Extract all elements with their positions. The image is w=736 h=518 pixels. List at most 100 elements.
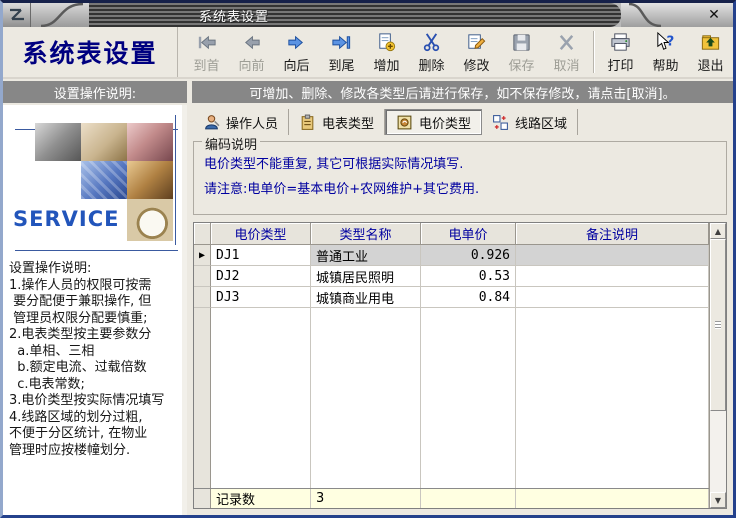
column-header-price[interactable]: 电单价 [421, 223, 516, 245]
cancel-button[interactable]: 取消 [544, 28, 589, 76]
grid-footer: 记录数 3 [194, 488, 709, 508]
scrollbar-thumb[interactable] [710, 239, 726, 411]
cell-code[interactable]: DJ3 [211, 287, 311, 308]
footer-empty [421, 489, 516, 508]
first-icon [195, 31, 218, 54]
cell-name[interactable]: 普通工业 [311, 245, 421, 266]
cell-name[interactable]: 城镇商业用电 [311, 287, 421, 308]
tab-operators[interactable]: 操作人员 [193, 109, 289, 135]
operator-icon [203, 114, 220, 131]
help-button[interactable]: ? 帮助 [643, 28, 688, 76]
decor-line [15, 250, 178, 251]
app-title-box: 系统表设置 [3, 27, 178, 77]
app-window: 系统表设置 ✕ 系统表设置 到首 [0, 0, 736, 518]
photo-pens [127, 123, 173, 161]
photo-keyboard [81, 161, 127, 199]
header-bars: 设置操作说明: 可增加、删除、修改各类型后请进行保存，如不保存修改，请点击[取消… [3, 81, 733, 103]
scroll-down-button[interactable]: ▼ [710, 492, 726, 508]
titlebar-swoosh [31, 3, 89, 27]
modify-button[interactable]: 修改 [454, 28, 499, 76]
last-icon [330, 31, 353, 54]
note-line-1: 电价类型不能重复, 其它可根据实际情况填写. [204, 152, 726, 177]
column-header-code[interactable]: 电价类型 [211, 223, 311, 245]
record-count-label: 记录数 [211, 489, 311, 508]
grid-header: 电价类型 类型名称 电单价 备注说明 [194, 223, 709, 245]
cell-note[interactable] [516, 266, 709, 287]
toolbar-buttons: 到首 向前 向后 到尾 [178, 27, 733, 77]
sidebar: SERVICE 设置操作说明: 1.操作人员的权限可按需 要分配便于兼职操作, … [3, 105, 187, 515]
photo-desk [127, 161, 173, 199]
tab-meter-types[interactable]: 电表类型 [289, 109, 385, 135]
service-logo-text: SERVICE [13, 207, 119, 231]
table-row[interactable]: DJ3 城镇商业用电 0.84 [194, 287, 709, 308]
exit-button[interactable]: 退出 [688, 28, 733, 76]
notice-bar: 可增加、删除、修改各类型后请进行保存，如不保存修改，请点击[取消]。 [192, 81, 733, 103]
content-area: SERVICE 设置操作说明: 1.操作人员的权限可按需 要分配便于兼职操作, … [3, 105, 733, 515]
print-button[interactable]: 打印 [598, 28, 643, 76]
titlebar-end: ✕ [621, 3, 733, 27]
cell-name[interactable]: 城镇居民照明 [311, 266, 421, 287]
encoding-notes-groupbox: 编码说明 电价类型不能重复, 其它可根据实际情况填写. 请注意:电单价=基本电价… [193, 141, 727, 215]
price-type-grid: 电价类型 类型名称 电单价 备注说明 ▶ DJ1 普通工业 0.926 [193, 222, 727, 509]
page-title: 系统表设置 [22, 34, 157, 70]
main-panel: 操作人员 电表类型 [187, 105, 733, 515]
toolbar-separator [593, 31, 594, 73]
last-button[interactable]: 到尾 [319, 28, 364, 76]
close-button[interactable]: ✕ [703, 6, 725, 24]
cell-price[interactable]: 0.53 [421, 266, 516, 287]
scrollbar-track[interactable] [710, 239, 726, 492]
modify-icon [465, 31, 488, 54]
next-button[interactable]: 向后 [274, 28, 319, 76]
scrollbar-grip [715, 321, 721, 329]
tab-line-areas[interactable]: 线路区域 [482, 109, 578, 135]
groupbox-legend: 编码说明 [202, 134, 260, 153]
cell-code[interactable]: DJ2 [211, 266, 311, 287]
photo-pen [81, 123, 127, 161]
note-line-2: 请注意:电单价=基本电价+农网维护+其它费用. [204, 177, 726, 202]
titlebar: 系统表设置 ✕ [3, 3, 733, 27]
cell-note[interactable] [516, 287, 709, 308]
table-row[interactable]: DJ2 城镇居民照明 0.53 [194, 266, 709, 287]
svg-text:?: ? [666, 34, 674, 49]
table-row[interactable]: ▶ DJ1 普通工业 0.926 [194, 245, 709, 266]
cell-code[interactable]: DJ1 [211, 245, 311, 266]
decor-line [175, 115, 176, 245]
help-icon: ? [654, 31, 677, 54]
record-count-value: 3 [311, 489, 421, 508]
cell-note[interactable] [516, 245, 709, 266]
save-button[interactable]: 保存 [499, 28, 544, 76]
next-icon [285, 31, 308, 54]
column-header-name[interactable]: 类型名称 [311, 223, 421, 245]
column-header-note[interactable]: 备注说明 [516, 223, 709, 245]
tab-price-types[interactable]: 电价类型 [385, 109, 482, 135]
add-button[interactable]: 增加 [364, 28, 409, 76]
vertical-scrollbar[interactable]: ▲ ▼ [709, 223, 726, 508]
scroll-up-button[interactable]: ▲ [710, 223, 726, 239]
cell-price[interactable]: 0.84 [421, 287, 516, 308]
instructions-text: 设置操作说明: 1.操作人员的权限可按需 要分配便于兼职操作, 但 管理员权限分… [9, 261, 178, 459]
photo-tools [35, 123, 81, 161]
price-type-icon [396, 114, 413, 131]
sidebar-header: 设置操作说明: [3, 81, 187, 103]
print-icon [609, 31, 632, 54]
selector-header [194, 223, 211, 245]
prev-button[interactable]: 向前 [229, 28, 274, 76]
app-logo-icon [3, 3, 31, 27]
meter-type-icon [299, 114, 316, 131]
footer-selector [194, 489, 211, 508]
photo-collage: SERVICE [9, 111, 178, 251]
current-row-arrow-icon: ▶ [199, 250, 205, 261]
delete-button[interactable]: 删除 [409, 28, 454, 76]
row-selector: ▶ [194, 245, 211, 266]
delete-icon [420, 31, 443, 54]
first-button[interactable]: 到首 [184, 28, 229, 76]
photo-pocket-watch [127, 199, 173, 241]
window-title: 系统表设置 [89, 6, 269, 25]
footer-empty [516, 489, 709, 508]
prev-icon [240, 31, 263, 54]
exit-icon [699, 31, 722, 54]
cell-price[interactable]: 0.926 [421, 245, 516, 266]
add-icon [375, 31, 398, 54]
row-selector [194, 266, 211, 287]
cancel-icon [555, 31, 578, 54]
